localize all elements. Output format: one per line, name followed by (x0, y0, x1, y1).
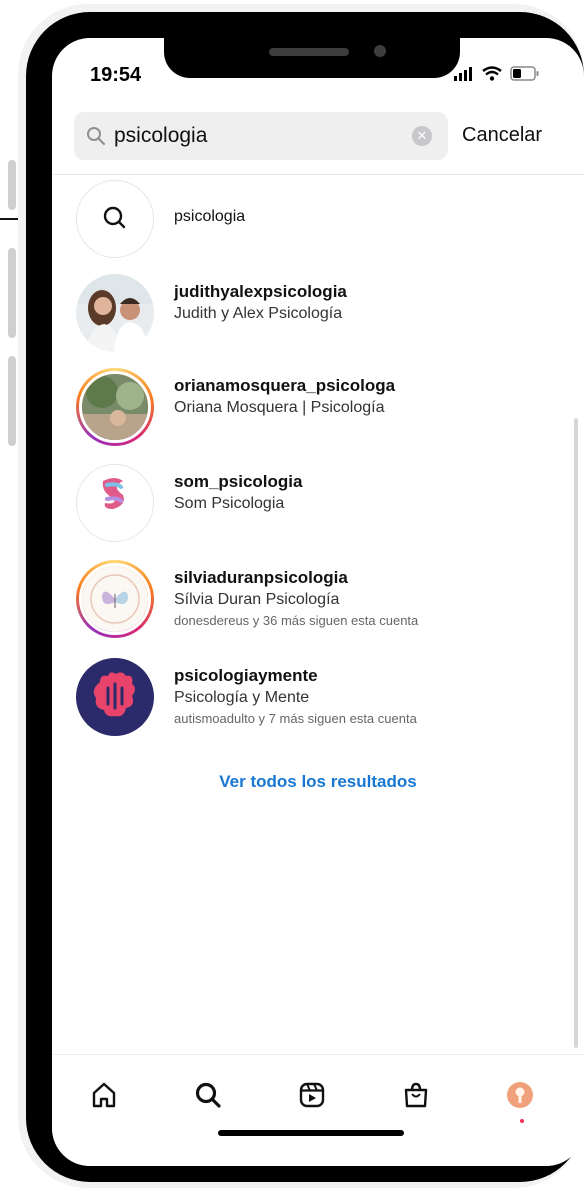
username: judithyalexpsicologia (174, 282, 347, 301)
status-time: 19:54 (90, 64, 142, 86)
side-button-mute (8, 160, 16, 210)
search-icon (103, 206, 126, 229)
result-row[interactable]: psicologiaymente Psicología y Mente auti… (76, 658, 556, 738)
avatar-story-ring (76, 368, 154, 446)
avatar (76, 658, 154, 736)
scrollbar[interactable] (574, 418, 578, 1048)
username: psicologiaymente (174, 666, 318, 685)
username: silviaduranpsicologia (174, 568, 348, 587)
result-row[interactable]: silviaduranpsicologia Sílvia Duran Psico… (76, 560, 556, 640)
full-name: Som Psicologia (174, 495, 285, 512)
username: som_psicologia (174, 472, 303, 491)
username: orianamosquera_psicologa (174, 376, 396, 395)
result-row[interactable]: som_psicologia Som Psicologia (76, 464, 556, 544)
avatar (79, 563, 151, 635)
battery-icon (510, 66, 539, 81)
speaker-grille (269, 48, 349, 56)
full-name: Sílvia Duran Psicología (174, 591, 340, 608)
result-row[interactable]: judithyalexpsicologia Judith y Alex Psic… (76, 274, 556, 354)
suggestion-search-icon-circle (76, 180, 154, 258)
avatar (76, 464, 154, 542)
home-icon[interactable] (90, 1081, 118, 1109)
full-name: Oriana Mosquera | Psicología (174, 399, 385, 416)
followers-note: donesdereus y 36 más siguen esta cuenta (174, 613, 419, 628)
screen: 19:54 psicologia ✕ Cancelar psicologia j… (52, 38, 584, 1166)
search-icon[interactable] (194, 1081, 222, 1109)
profile-avatar[interactable] (506, 1081, 534, 1109)
avatar (79, 371, 151, 443)
front-camera (374, 45, 386, 57)
followers-note: autismoadulto y 7 más siguen esta cuenta (174, 711, 417, 726)
search-query[interactable]: psicologia (114, 124, 207, 148)
divider (52, 174, 584, 175)
cancel-button[interactable]: Cancelar (462, 124, 542, 147)
full-name: Psicología y Mente (174, 689, 310, 706)
search-icon (87, 127, 105, 145)
side-button-volume-up (8, 248, 16, 338)
wifi-icon (482, 66, 502, 81)
full-name: Judith y Alex Psicología (174, 305, 343, 322)
suggestion-label: psicologia (174, 208, 246, 225)
signal-icon (454, 66, 472, 81)
avatar (76, 274, 154, 352)
search-suggestion-row[interactable]: psicologia (76, 180, 556, 260)
bottom-tab-bar (52, 1054, 584, 1166)
clear-search-button[interactable]: ✕ (412, 126, 432, 146)
home-indicator[interactable] (218, 1130, 404, 1136)
side-button-volume-down (8, 356, 16, 446)
search-input[interactable]: psicologia ✕ (74, 112, 448, 160)
notification-dot (520, 1119, 524, 1123)
result-row[interactable]: orianamosquera_psicologa Oriana Mosquera… (76, 368, 556, 448)
notch (164, 38, 460, 78)
avatar-story-ring (76, 560, 154, 638)
status-icons (454, 66, 540, 81)
see-all-results-link[interactable]: Ver todos los resultados (52, 772, 584, 792)
shop-icon[interactable] (402, 1081, 430, 1109)
reels-icon[interactable] (298, 1081, 326, 1109)
